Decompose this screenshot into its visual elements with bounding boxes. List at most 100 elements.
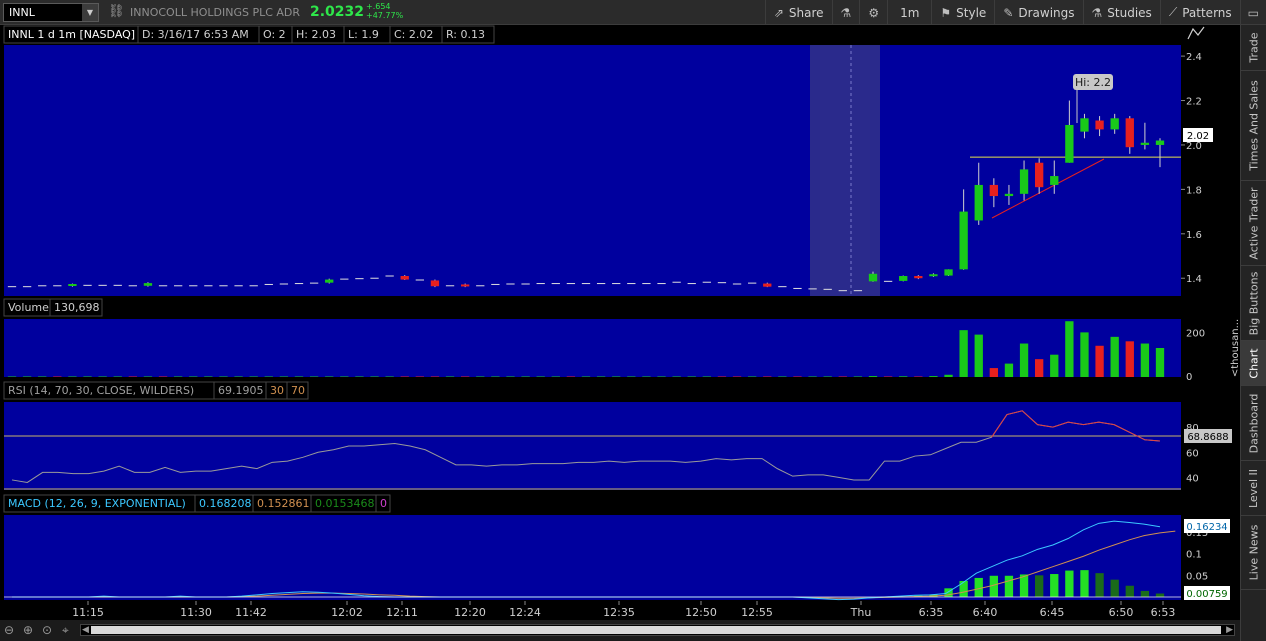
volume-bar [1155, 348, 1165, 377]
volume-bar [279, 376, 289, 377]
tab-live-news-label: Live News [1247, 524, 1261, 581]
volume-bar [143, 376, 153, 377]
volume-bar [309, 376, 319, 377]
candle-up [1110, 118, 1119, 130]
volume-bar [1065, 321, 1074, 377]
price-tick-label: 1.8 [1186, 185, 1202, 196]
symbol-input[interactable]: INNL ▼ [3, 3, 99, 22]
time-tick-label: 12:35 [603, 606, 635, 619]
timeframe-button[interactable]: 1m [887, 0, 931, 25]
header-text-0: MACD (12, 26, 9, EXPONENTIAL) [8, 497, 186, 510]
top-toolbar: INNL ▼ ⛓ INNOCOLL HOLDINGS PLC ADR 2.023… [0, 0, 1266, 25]
volume-bar [612, 376, 621, 377]
time-tick-label: 6:50 [1109, 606, 1134, 619]
header-text-4: 0 [380, 497, 387, 510]
share-button[interactable]: ⇗ Share [764, 0, 832, 25]
scroll-left-icon[interactable]: ◀ [82, 625, 89, 635]
rsi-current-label: 68.8688 [1187, 432, 1228, 443]
style-button[interactable]: ⚑ Style [931, 0, 994, 25]
zoom-fit-icon[interactable]: ⊙ [42, 623, 52, 637]
tab-trade[interactable]: Trade [1241, 25, 1266, 71]
studies-flask-icon: ⚗ [1091, 5, 1103, 20]
volume-bar [1004, 363, 1014, 377]
tab-times-and-sales-label: Times And Sales [1247, 80, 1261, 171]
candle-up [868, 273, 878, 282]
rsi-header: RSI (14, 70, 30, CLOSE, WILDERS) 69.1905 3… [3, 381, 309, 400]
macd-histogram-bar [1004, 575, 1014, 597]
settings-button[interactable]: ⚙ [859, 0, 887, 25]
volume-bar [702, 376, 711, 377]
crosshair-icon[interactable]: ⌖ [62, 623, 69, 638]
candle-down [400, 276, 409, 280]
session-shade [810, 45, 880, 296]
patterns-button[interactable]: ⟋ Patterns [1159, 0, 1240, 25]
flask-button[interactable]: ⚗ [831, 0, 860, 25]
style-icon: ⚑ [940, 5, 952, 20]
tab-times-and-sales[interactable]: Times And Sales [1241, 71, 1266, 181]
time-tick-label: Thu [850, 606, 872, 619]
header-text-0: INNL 1 d 1m [NASDAQ] [8, 28, 135, 41]
share-icon: ⇗ [773, 5, 784, 20]
candle-up [1050, 176, 1059, 185]
window-icon: ▭ [1247, 5, 1259, 20]
volume-bar [355, 376, 364, 377]
window-menu-button[interactable]: ▭ [1239, 0, 1266, 25]
volume-tick-label: 0 [1186, 372, 1192, 383]
tab-active-trader[interactable]: Active Trader [1241, 181, 1266, 266]
tab-live-news[interactable]: Live News [1241, 516, 1266, 590]
volume-unit-label: <thousan... [1230, 319, 1240, 377]
macd-plot-area[interactable] [4, 515, 1181, 600]
volume-plot-area[interactable] [4, 319, 1181, 377]
price-tick-label: 1.6 [1186, 230, 1202, 241]
symbol-dropdown-icon[interactable]: ▼ [82, 4, 98, 21]
time-tick-label: 12:11 [386, 606, 418, 619]
volume-bar [445, 376, 455, 377]
tab-chart[interactable]: Chart [1241, 341, 1266, 386]
drawings-button[interactable]: ✎ Drawings [994, 0, 1082, 25]
header-text-0: Volume [8, 301, 49, 314]
time-tick-label: 6:45 [1040, 606, 1065, 619]
studies-button[interactable]: ⚗ Studies [1082, 0, 1160, 25]
flask-icon: ⚗ [840, 5, 852, 20]
rsi-plot-area[interactable] [4, 402, 1181, 490]
macd-tick-label: 0.05 [1186, 571, 1208, 582]
candle-up [974, 184, 983, 221]
time-tick-label: 6:35 [919, 606, 944, 619]
candle-up [1080, 118, 1089, 132]
macd-histogram-bar [1095, 573, 1104, 597]
volume-bar [883, 376, 893, 377]
tab-level-ii[interactable]: Level II [1241, 461, 1266, 516]
tab-big-buttons[interactable]: Big Buttons [1241, 266, 1266, 341]
zoom-out-icon[interactable]: ⊖ [4, 623, 14, 637]
time-scrollbar[interactable]: ◀ ▶ [80, 624, 1235, 636]
tab-dashboard[interactable]: Dashboard [1241, 386, 1266, 461]
volume-bar [823, 376, 832, 377]
header-text-1: 0.168208 [199, 497, 252, 510]
header-text-3: 70 [291, 384, 305, 397]
scroll-thumb[interactable] [91, 626, 1221, 634]
drawings-label: Drawings [1018, 5, 1075, 20]
rsi-tick-label: 40 [1186, 473, 1199, 484]
candle-down [763, 283, 772, 287]
tab-big-buttons-label: Big Buttons [1247, 271, 1261, 335]
link-icon[interactable]: ⛓ [108, 4, 125, 19]
volume-bar [1110, 336, 1119, 377]
volume-bar [1125, 341, 1134, 377]
header-text-2: 0.152861 [257, 497, 310, 510]
chart-canvas[interactable]: 2.4 2.2 2.0 1.8 1.6 1.4 Hi: 2.2 2.02 INNL 1 d… [0, 25, 1240, 620]
volume-bar [128, 376, 137, 377]
volume-bar [793, 376, 802, 377]
price-plot-area[interactable] [4, 45, 1181, 296]
header-text-2: 30 [270, 384, 284, 397]
volume-bar [83, 376, 92, 377]
volume-bar [294, 376, 304, 377]
header-text-4: L: 1.9 [348, 28, 379, 41]
scroll-right-icon[interactable]: ▶ [1226, 625, 1233, 635]
volume-bar [581, 376, 591, 377]
header-text-1: 69.1905 [218, 384, 264, 397]
tab-active-trader-label: Active Trader [1247, 186, 1261, 260]
volume-bar [838, 376, 847, 377]
macd-histogram-bar [1035, 575, 1044, 597]
volume-bar [22, 376, 32, 377]
zoom-in-icon[interactable]: ⊕ [23, 623, 33, 637]
